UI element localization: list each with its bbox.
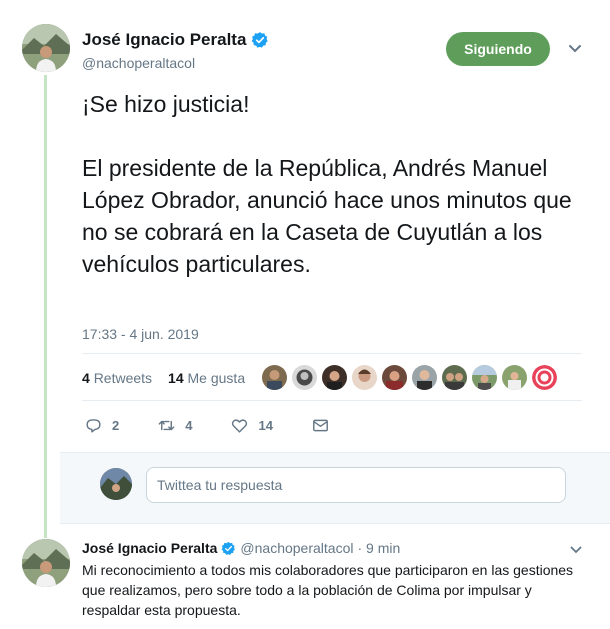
liker-avatar[interactable]: [532, 365, 557, 390]
liker-avatar[interactable]: [352, 365, 377, 390]
user-avatar[interactable]: [100, 468, 132, 500]
liker-avatar[interactable]: [412, 365, 437, 390]
liker-avatar[interactable]: [262, 365, 287, 390]
like-count: 14: [258, 418, 273, 433]
liker-avatar[interactable]: [382, 365, 407, 390]
chevron-down-icon[interactable]: [568, 44, 582, 54]
heart-icon: [232, 419, 248, 433]
liker-avatar[interactable]: [472, 365, 497, 390]
envelope-icon: [312, 419, 328, 432]
liker-avatar[interactable]: [322, 365, 347, 390]
verified-badge-icon: [222, 541, 236, 555]
reply-author-name[interactable]: José Ignacio Peralta: [82, 540, 217, 556]
verified-badge-icon: [252, 32, 269, 48]
likes-stat[interactable]: 14 Me gusta: [168, 370, 245, 386]
following-button[interactable]: Siguiendo: [446, 32, 550, 66]
likers-avatars: [262, 365, 557, 390]
author-name[interactable]: José Ignacio Peralta: [82, 30, 246, 50]
chevron-down-icon[interactable]: [570, 546, 582, 554]
reply-header: José Ignacio Peralta @nachoperaltacol · …: [82, 540, 400, 556]
reply-icon: [86, 419, 101, 433]
author-avatar[interactable]: [22, 24, 70, 72]
message-button[interactable]: [311, 416, 339, 435]
divider: [82, 400, 582, 401]
reply-count: 2: [112, 418, 120, 433]
reply-author-avatar[interactable]: [22, 539, 70, 587]
tweet-timestamp[interactable]: 17:33 - 4 jun. 2019: [82, 326, 199, 342]
reply-text: Mi reconocimiento a todos mis colaborado…: [82, 562, 574, 618]
retweets-stat[interactable]: 4 Retweets: [82, 370, 152, 386]
tweet-actions: 2 4 14: [84, 416, 377, 435]
author-handle[interactable]: @nachoperaltacol: [82, 55, 195, 71]
liker-avatar[interactable]: [292, 365, 317, 390]
retweet-icon: [158, 420, 175, 431]
reply-button[interactable]: 2: [84, 416, 119, 435]
author-name-row: José Ignacio Peralta: [82, 30, 269, 50]
liker-avatar[interactable]: [442, 365, 467, 390]
retweet-button[interactable]: 4: [157, 416, 192, 435]
liker-avatar[interactable]: [502, 365, 527, 390]
like-button[interactable]: 14: [230, 416, 273, 435]
reply-author-handle[interactable]: @nachoperaltacol: [240, 540, 353, 556]
retweet-count: 4: [185, 418, 193, 433]
thread-line: [44, 75, 47, 538]
reply-input[interactable]: Twittea tu respuesta: [146, 467, 566, 503]
engagement-stats: 4 Retweets 14 Me gusta: [82, 370, 245, 386]
divider: [82, 353, 582, 354]
tweet-text: ¡Se hizo justicia! El presidente de la R…: [82, 91, 572, 277]
reply-time[interactable]: · 9 min: [357, 540, 400, 556]
